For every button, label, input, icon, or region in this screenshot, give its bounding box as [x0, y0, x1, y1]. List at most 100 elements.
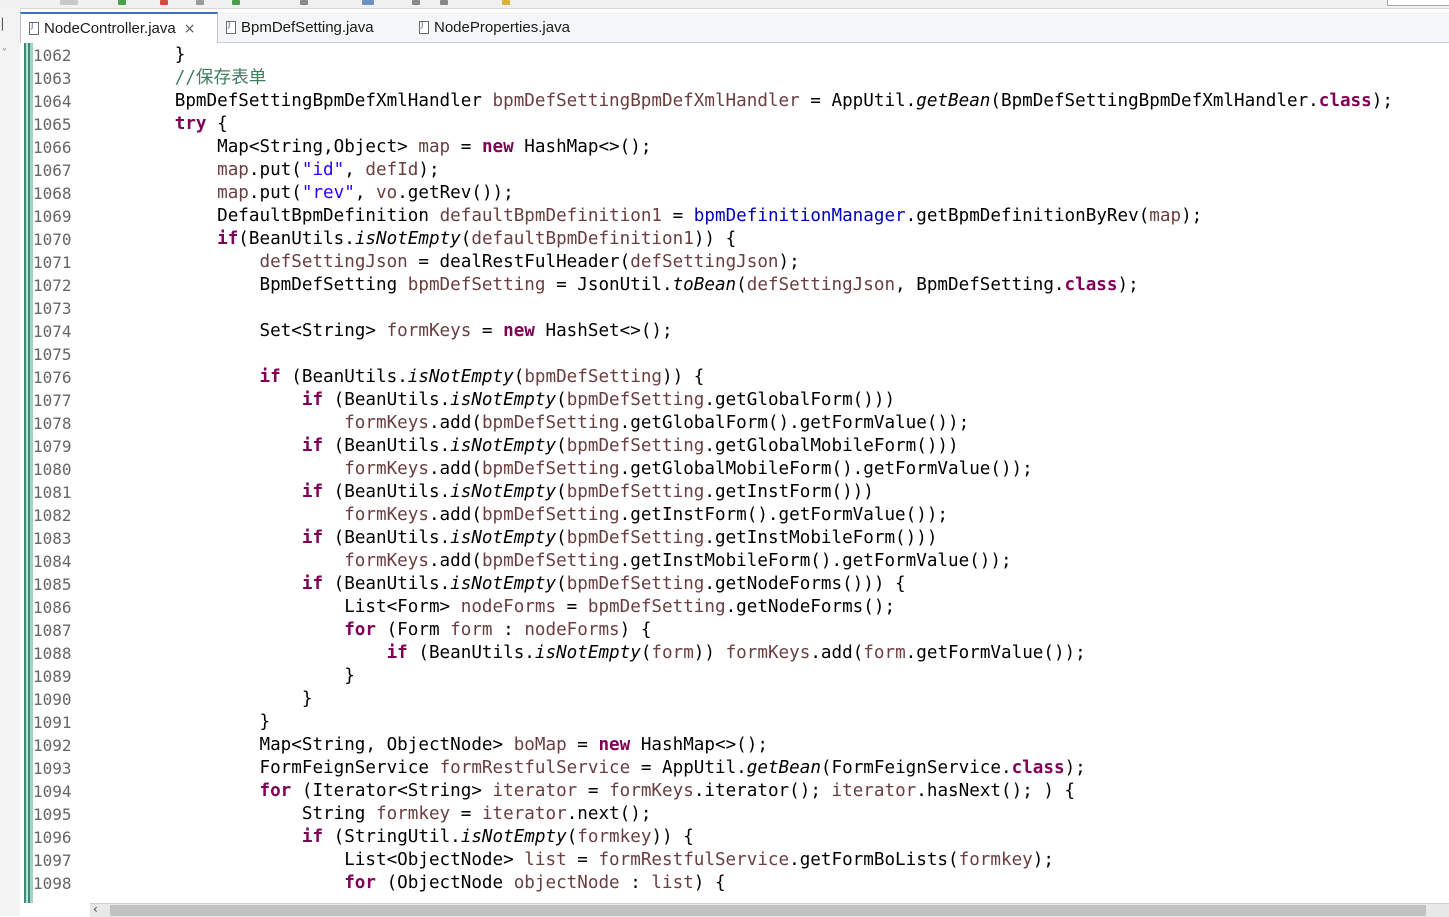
- scrollbar-thumb[interactable]: [110, 905, 1426, 916]
- code-token: if: [386, 643, 408, 663]
- toolbar-icon[interactable]: [300, 0, 308, 5]
- horizontal-scrollbar[interactable]: ‹: [90, 902, 1449, 917]
- code-token: for: [344, 873, 376, 893]
- code-token: "id": [301, 160, 345, 180]
- code-line[interactable]: }: [90, 665, 1449, 688]
- code-token: .getGlobalForm())): [704, 390, 896, 410]
- code-token: if: [301, 390, 324, 410]
- code-line[interactable]: defSettingJson = dealRestFulHeader(defSe…: [90, 251, 1449, 274]
- code-line[interactable]: if(BeanUtils.isNotEmpty(defaultBpmDefini…: [90, 228, 1449, 251]
- code-line[interactable]: if (BeanUtils.isNotEmpty(bpmDefSetting.g…: [90, 435, 1449, 458]
- code-line[interactable]: BpmDefSettingBpmDefXmlHandler bpmDefSett…: [90, 90, 1449, 113]
- code-line[interactable]: }: [90, 711, 1449, 734]
- line-number: 1088: [33, 644, 72, 663]
- toolbar-icon[interactable]: [362, 0, 374, 5]
- code-line[interactable]: if (BeanUtils.isNotEmpty(bpmDefSetting.g…: [90, 573, 1449, 596]
- code-line[interactable]: FormFeignService formRestfulService = Ap…: [90, 757, 1449, 780]
- code-line[interactable]: for (Form form : nodeForms) {: [90, 619, 1449, 642]
- code-token: DefaultBpmDefinition: [90, 206, 440, 226]
- code-line[interactable]: if (BeanUtils.isNotEmpty(bpmDefSetting.g…: [90, 389, 1449, 412]
- code-line[interactable]: Map<String,Object> map = new HashMap<>()…: [90, 136, 1449, 159]
- toolbar-icon[interactable]: [60, 0, 78, 5]
- code-token: new: [481, 137, 514, 157]
- toolbar-icon[interactable]: [118, 0, 126, 5]
- code-token: =: [450, 137, 482, 157]
- code-line[interactable]: if (BeanUtils.isNotEmpty(bpmDefSetting.g…: [90, 527, 1449, 550]
- code-line[interactable]: formKeys.add(bpmDefSetting.getInstForm()…: [90, 504, 1449, 527]
- code-token: .put(: [248, 160, 302, 180]
- code-token: toBean: [672, 275, 737, 295]
- code-area[interactable]: } //保存表单 BpmDefSettingBpmDefXmlHandler b…: [90, 44, 1449, 895]
- code-line[interactable]: Map<String, ObjectNode> boMap = new Hash…: [90, 734, 1449, 757]
- code-line[interactable]: map.put("id", defId);: [90, 159, 1449, 182]
- code-editor[interactable]: 1062 1063 1064 1065 1066 1067 1068 1069 1070 1071…: [20, 43, 1449, 903]
- code-token: ) {: [619, 620, 652, 640]
- toolbar-icon[interactable]: [412, 0, 420, 5]
- code-line[interactable]: if (StringUtil.isNotEmpty(formkey)) {: [90, 826, 1449, 849]
- toolbar-icon[interactable]: [440, 0, 448, 5]
- code-token: (Form: [376, 620, 451, 640]
- code-token: (BeanUtils.: [323, 574, 451, 594]
- code-line[interactable]: map.put("rev", vo.getRev());: [90, 182, 1449, 205]
- code-line[interactable]: if (BeanUtils.isNotEmpty(bpmDefSetting))…: [90, 366, 1449, 389]
- code-line[interactable]: List<ObjectNode> list = formRestfulServi…: [90, 849, 1449, 872]
- scroll-left-icon[interactable]: ‹: [93, 902, 98, 916]
- code-token: List<ObjectNode>: [90, 850, 525, 870]
- line-number: 1079: [33, 437, 72, 456]
- code-line[interactable]: DefaultBpmDefinition defaultBpmDefinitio…: [90, 205, 1449, 228]
- code-token: (BeanUtils.: [280, 367, 408, 387]
- code-line[interactable]: [90, 297, 1449, 320]
- code-line[interactable]: String formkey = iterator.next();: [90, 803, 1449, 826]
- code-line[interactable]: //保存表单: [90, 67, 1449, 90]
- toolbar-icon[interactable]: [196, 0, 204, 5]
- code-line[interactable]: for (Iterator<String> iterator = formKey…: [90, 780, 1449, 803]
- code-line[interactable]: try {: [90, 113, 1449, 136]
- code-line[interactable]: formKeys.add(bpmDefSetting.getGlobalForm…: [90, 412, 1449, 435]
- code-token: (: [556, 574, 567, 594]
- line-number: 1091: [33, 713, 72, 732]
- code-line[interactable]: for (ObjectNode objectNode : list) {: [90, 872, 1449, 895]
- code-token: .add(: [428, 505, 482, 525]
- tab-nodeproperties[interactable]: NodeProperties.java: [411, 13, 611, 42]
- code-line[interactable]: formKeys.add(bpmDefSetting.getGlobalMobi…: [90, 458, 1449, 481]
- code-line[interactable]: }: [90, 688, 1449, 711]
- toolbar-strip: [0, 0, 1449, 9]
- code-token: HashMap<>();: [513, 137, 652, 157]
- code-token: = AppUtil.: [799, 91, 917, 111]
- code-token: isNotEmpty: [450, 574, 557, 594]
- line-number: 1080: [33, 460, 72, 479]
- code-token: =: [450, 804, 482, 824]
- toolbar-icon[interactable]: [160, 0, 168, 5]
- quick-access-input[interactable]: [1387, 0, 1449, 6]
- tab-bpmdefsetting[interactable]: BpmDefSetting.java: [218, 13, 406, 42]
- close-icon[interactable]: ×: [184, 21, 196, 37]
- code-token: )) {: [662, 367, 705, 387]
- code-token: isNotEmpty: [534, 643, 641, 663]
- code-line[interactable]: formKeys.add(bpmDefSetting.getInstMobile…: [90, 550, 1449, 573]
- code-line[interactable]: List<Form> nodeForms = bpmDefSetting.get…: [90, 596, 1449, 619]
- code-line[interactable]: BpmDefSetting bpmDefSetting = JsonUtil.t…: [90, 274, 1449, 297]
- code-line[interactable]: if (BeanUtils.isNotEmpty(bpmDefSetting.g…: [90, 481, 1449, 504]
- tab-nodecontroller[interactable]: NodeController.java ×: [20, 12, 218, 44]
- code-token: map: [418, 137, 451, 157]
- code-token: formKeys: [344, 551, 429, 571]
- code-line[interactable]: Set<String> formKeys = new HashSet<>();: [90, 320, 1449, 343]
- code-token: FormFeignService: [90, 758, 440, 778]
- code-token: (BpmDefSettingBpmDefXmlHandler.: [990, 91, 1319, 111]
- code-line[interactable]: }: [90, 44, 1449, 67]
- code-line[interactable]: if (BeanUtils.isNotEmpty(form)) formKeys…: [90, 642, 1449, 665]
- code-token: if: [301, 436, 324, 456]
- code-line[interactable]: [90, 343, 1449, 366]
- toolbar-icon[interactable]: [232, 0, 240, 5]
- toolbar-icon[interactable]: [502, 0, 510, 5]
- code-token: Map<String, ObjectNode>: [90, 735, 514, 755]
- code-token: form: [863, 643, 906, 663]
- code-token: formKeys: [344, 413, 429, 433]
